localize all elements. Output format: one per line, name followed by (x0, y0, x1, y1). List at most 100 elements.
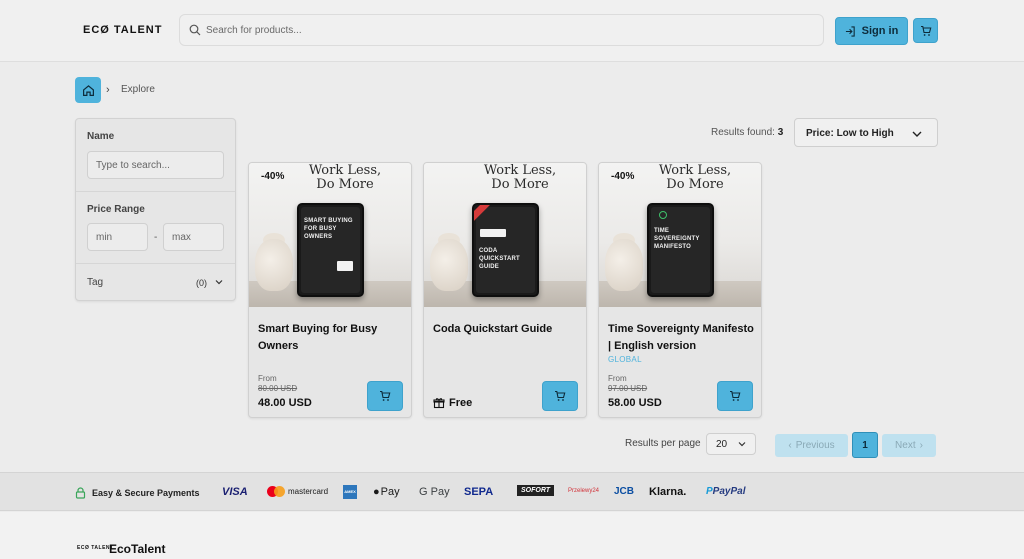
made-for-coda-badge (480, 229, 506, 237)
cover-headline: Work Less, Do More (639, 164, 751, 192)
search-icon (189, 24, 201, 36)
mastercard-logo: mastercard (267, 486, 328, 497)
google-pay-logo: G Pay (419, 486, 450, 498)
cover-headline-line: Do More (666, 177, 724, 192)
sign-in-label: Sign in (861, 25, 899, 37)
payment-methods-strip: Easy & Secure Payments VISA mastercard A… (0, 472, 1024, 511)
price-range-separator: - (154, 232, 158, 243)
cart-button[interactable] (913, 18, 938, 43)
tablet-mockup: TIME SOVEREIGNTY MANIFESTO (647, 203, 714, 297)
login-icon (845, 25, 855, 37)
home-button[interactable] (75, 77, 101, 103)
product-image: Work Less, Do More CODA QUICKSTART GUIDE (424, 163, 586, 307)
next-page-button[interactable]: Next › (882, 434, 936, 457)
mastercard-circles-icon (267, 486, 285, 497)
filter-tag-toggle[interactable]: Tag (87, 277, 103, 288)
product-card[interactable]: Work Less, Do More CODA QUICKSTART GUIDE… (423, 162, 587, 418)
lightbulb-icon (659, 211, 667, 219)
discount-badge: -40% (611, 171, 635, 182)
apple-pay-label: Pay (380, 486, 400, 498)
cart-icon (730, 390, 741, 401)
sign-in-button[interactable]: Sign in (835, 17, 908, 45)
footer-brand: EcoTalent (109, 542, 166, 556)
cart-icon (555, 390, 566, 401)
filter-price-title: Price Range (87, 204, 145, 215)
logo[interactable]: ECØ TALENT (83, 24, 162, 36)
mastercard-label: mastercard (288, 487, 329, 496)
product-name[interactable]: Coda Quickstart Guide (433, 321, 581, 338)
filter-name-title: Name (87, 131, 115, 142)
page-number-button[interactable]: 1 (852, 432, 878, 458)
product-name[interactable]: Time Sovereignty Manifesto | English ver… (608, 321, 756, 355)
rpp-value: 20 (716, 439, 728, 450)
klarna-logo: Klarna. (649, 486, 687, 498)
vase-decor (605, 239, 643, 291)
tablet-mockup: CODA QUICKSTART GUIDE (472, 203, 539, 297)
product-name[interactable]: Smart Buying for Busy Owners (258, 321, 406, 355)
product-card[interactable]: Work Less, Do More TIME SOVEREIGNTY MANI… (598, 162, 762, 418)
paypal-p-icon: P (706, 486, 713, 497)
home-icon (82, 84, 94, 96)
apple-icon: ● (373, 486, 380, 498)
cover-title: TIME SOVEREIGNTY MANIFESTO (654, 228, 700, 250)
sofort-logo: SOFORT (517, 485, 555, 496)
add-to-cart-button[interactable] (542, 381, 578, 411)
filter-name-section: Name (76, 119, 235, 192)
secure-label: Easy & Secure Payments (92, 488, 200, 498)
cover-title: SMART BUYING FOR BUSY OWNERS (304, 218, 353, 240)
previous-page-button[interactable]: ‹ Previous (775, 434, 848, 457)
results-count: 3 (777, 127, 784, 138)
results-label: Results found: (711, 127, 775, 138)
chevron-right-icon: › (106, 84, 110, 96)
search-bar[interactable] (179, 14, 824, 46)
results-found: Results found: 3 (711, 127, 783, 138)
free-price: Free (433, 397, 472, 409)
price-max-input[interactable] (163, 223, 224, 251)
visa-logo: VISA (222, 486, 248, 498)
apple-pay-logo: ● Pay (373, 486, 400, 498)
results-per-page-label: Results per page (625, 438, 701, 449)
next-label: Next (895, 440, 916, 451)
product-price: Free (449, 397, 473, 409)
old-price: 80.00 USD (258, 384, 298, 393)
add-to-cart-button[interactable] (367, 381, 403, 411)
lock-icon (75, 487, 86, 499)
chevron-right-icon: › (919, 440, 923, 451)
paypal-label: PayPal (712, 486, 746, 497)
filter-price-section: Price Range (76, 192, 235, 264)
search-input[interactable] (206, 19, 806, 41)
cover-headline-line: Work Less, (483, 163, 557, 178)
cover-headline: Work Less, Do More (289, 164, 401, 192)
cover-headline-line: Do More (316, 177, 374, 192)
results-per-page-select[interactable]: 20 (706, 433, 756, 455)
sort-select[interactable]: Price: Low to High (794, 118, 938, 147)
chevron-down-icon[interactable] (214, 277, 224, 287)
cover-headline: Work Less, Do More (464, 164, 576, 192)
cart-icon (380, 390, 391, 401)
breadcrumb-current: Explore (121, 84, 155, 95)
price-min-input[interactable] (87, 223, 148, 251)
przelewy24-logo: Przelewy24 (568, 488, 600, 494)
tablet-mockup: SMART BUYING FOR BUSY OWNERS (297, 203, 364, 297)
cover-headline-line: Do More (491, 177, 549, 192)
jcb-logo: JCB (614, 486, 635, 497)
product-card[interactable]: Work Less, Do More SMART BUYING FOR BUSY… (248, 162, 412, 418)
price-from-label: From (608, 374, 627, 383)
cover-headline-line: Work Less, (308, 163, 382, 178)
product-image: Work Less, Do More SMART BUYING FOR BUSY… (249, 163, 411, 307)
product-image: Work Less, Do More TIME SOVEREIGNTY MANI… (599, 163, 761, 307)
secure-payments: Easy & Secure Payments (75, 487, 200, 499)
gift-icon (433, 398, 445, 409)
product-tag[interactable]: GLOBAL (608, 355, 642, 364)
chevron-down-icon (738, 442, 746, 447)
sort-selected: Price: Low to High (806, 128, 894, 139)
site-header: ECØ TALENT Sign in (0, 0, 1024, 62)
paypal-logo: PPayPal (706, 486, 745, 497)
add-to-cart-button[interactable] (717, 381, 753, 411)
old-price: 97.00 USD (608, 384, 648, 393)
name-filter-input[interactable] (87, 151, 224, 179)
sepa-logo: SEPA (464, 486, 494, 498)
vase-decor (430, 239, 468, 291)
tag-count: (0) (196, 278, 207, 288)
discount-badge: -40% (261, 171, 285, 182)
